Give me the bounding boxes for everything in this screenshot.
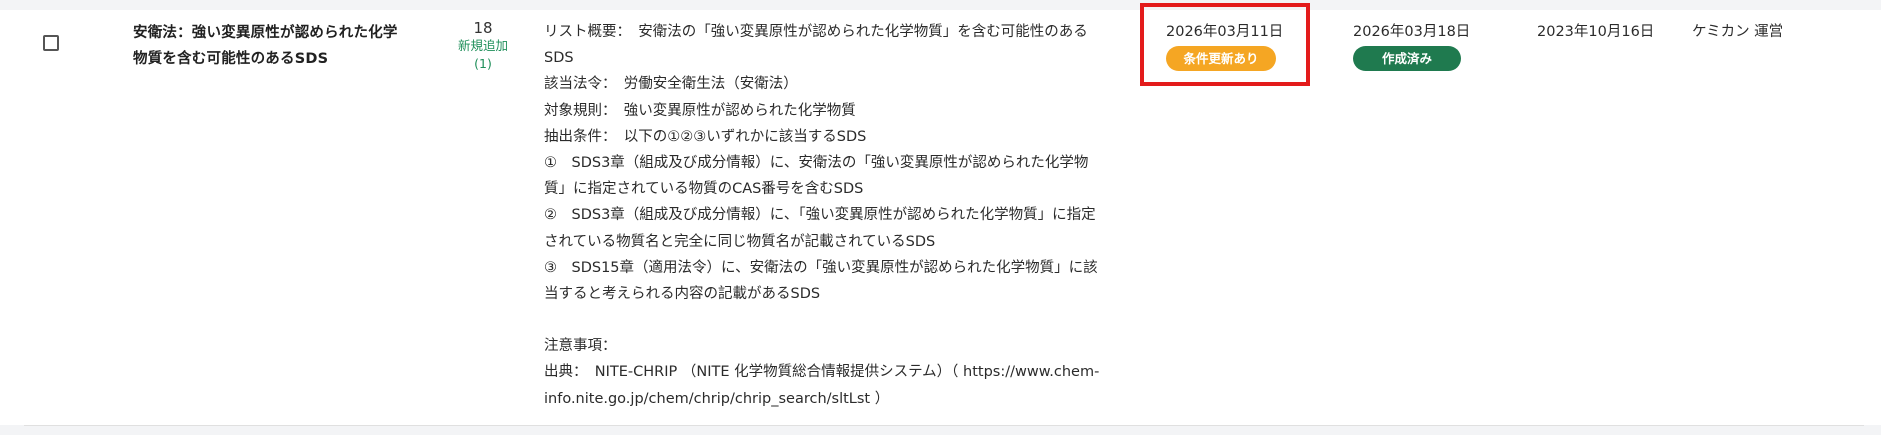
overview-line: 当すると考えられる内容の記載があるSDS [544,286,821,303]
overview-line: ③ SDS15章（適用法令）に、安衛法の「強い変異原性が認められた化学物質」に該 [544,259,1098,276]
list-name[interactable]: 安衛法：強い変異原性が認められた化学 物質を含む可能性のあるSDS [133,20,433,72]
overview-line: 対象規則： 強い変異原性が認められた化学物質 [544,102,856,119]
list-overview: リスト概要： 安衛法の「強い変異原性が認められた化学物質」を含む可能性のある S… [544,19,1132,412]
created-badge: 作成済み [1353,46,1461,71]
list-name-line2: 物質を含む可能性のあるSDS [133,51,329,67]
created-date: 2026年03月18日 [1353,24,1471,40]
overview-line: 出典： NITE-CHRIP （NITE 化学物質総合情報提供システム）（ ht… [544,364,1100,381]
new-added-label: 新規追加 [457,38,508,53]
overview-line [544,307,1132,333]
overview-line: 注意事項： [544,338,617,355]
overview-line: 該当法令： 労働安全衛生法（安衛法） [544,76,798,93]
row-divider [24,425,1864,426]
operator-name: ケミカン 運営 [1692,24,1784,40]
overview-line: info.nite.go.jp/chem/chrip/chrip_search/… [544,390,890,407]
overview-line: SDS [544,50,574,67]
overview-line: 質」に指定されている物質のCAS番号を含むSDS [544,181,864,198]
registered-date: 2023年10月16日 [1537,24,1655,40]
row-select-checkbox[interactable] [43,35,59,51]
highlight-annotation-box [1140,3,1310,86]
sds-count-number: 18 [473,19,493,37]
overview-line: リスト概要： 安衛法の「強い変異原性が認められた化学物質」を含む可能性のある [544,24,1088,40]
overview-line: されている物質名と完全に同じ物質名が記載されているSDS [544,233,936,250]
overview-line: ② SDS3章（組成及び成分情報）に、「強い変異原性が認められた化学物質」に指定 [544,207,1096,224]
overview-line: 抽出条件： 以下の①②③いずれかに該当するSDS [544,128,867,145]
list-name-line1: 安衛法：強い変異原性が認められた化学 [133,25,398,41]
new-added-count: (1) [474,56,492,71]
sds-count: 18 新規追加 (1) [440,19,526,72]
overview-line: ① SDS3章（組成及び成分情報）に、安衛法の「強い変異原性が認められた化学物 [544,155,1089,172]
created-cell: 2026年03月18日 作成済み [1353,19,1470,72]
